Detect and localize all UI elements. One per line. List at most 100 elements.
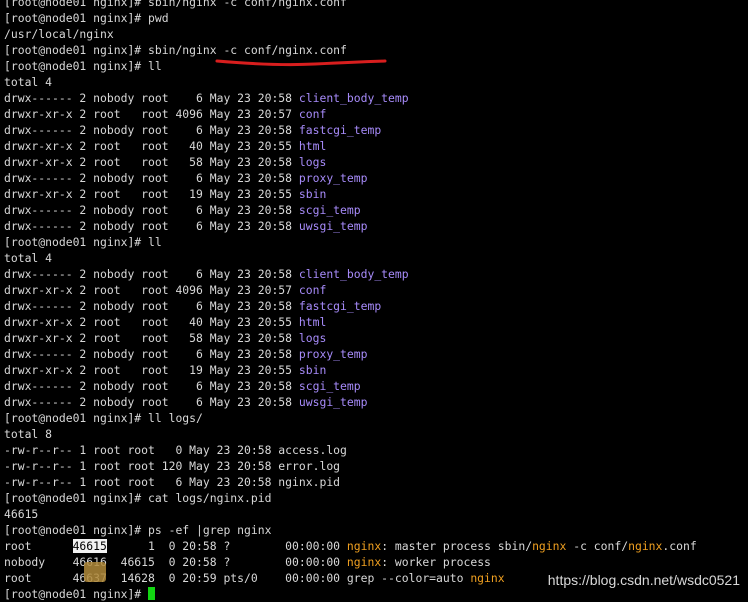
terminal-text: total 8 bbox=[4, 427, 53, 441]
terminal-line: root 46615 1 0 20:58 ? 00:00:00 nginx: m… bbox=[4, 538, 748, 554]
terminal-line: total 4 bbox=[4, 250, 748, 266]
directory-name: html bbox=[298, 139, 327, 153]
terminal-output[interactable]: [root@node01 nginx]# sbin/nginx -c conf/… bbox=[4, 0, 748, 602]
terminal-text: [root@node01 nginx]# ps -ef |grep nginx bbox=[4, 523, 272, 537]
terminal-line: [root@node01 nginx]# ps -ef |grep nginx bbox=[4, 522, 748, 538]
terminal-line: drwx------ 2 nobody root 6 May 23 20:58 … bbox=[4, 202, 748, 218]
directory-name: uwsgi_temp bbox=[298, 395, 368, 409]
terminal-line: drwxr-xr-x 2 root root 40 May 23 20:55 h… bbox=[4, 314, 748, 330]
directory-name: proxy_temp bbox=[298, 347, 368, 361]
terminal-text: drwx------ 2 nobody root 6 May 23 20:58 bbox=[4, 347, 299, 361]
terminal-text: drwx------ 2 nobody root 6 May 23 20:58 bbox=[4, 123, 299, 137]
terminal-text: drwxr-xr-x 2 root root 4096 May 23 20:57 bbox=[4, 107, 299, 121]
grep-match: nginx bbox=[532, 539, 567, 553]
terminal-text: drwxr-xr-x 2 root root 4096 May 23 20:57 bbox=[4, 283, 299, 297]
terminal-line: [root@node01 nginx]# sbin/nginx -c conf/… bbox=[4, 42, 748, 58]
terminal-text: drwxr-xr-x 2 root root 19 May 23 20:55 bbox=[4, 363, 299, 377]
terminal-cursor[interactable] bbox=[148, 587, 156, 600]
terminal-line: drwxr-xr-x 2 root root 58 May 23 20:58 l… bbox=[4, 330, 748, 346]
terminal-text: drwx------ 2 nobody root 6 May 23 20:58 bbox=[4, 299, 299, 313]
terminal-line: drwx------ 2 nobody root 6 May 23 20:58 … bbox=[4, 266, 748, 282]
terminal-text: drwxr-xr-x 2 root root 40 May 23 20:55 bbox=[4, 139, 299, 153]
csdn-watermark-icon bbox=[84, 562, 106, 582]
terminal-line: drwxr-xr-x 2 root root 4096 May 23 20:57… bbox=[4, 282, 748, 298]
directory-name: uwsgi_temp bbox=[298, 219, 368, 233]
directory-name: conf bbox=[298, 283, 327, 297]
directory-name: html bbox=[298, 315, 327, 329]
grep-match: nginx bbox=[470, 571, 505, 585]
terminal-text: drwxr-xr-x 2 root root 58 May 23 20:58 bbox=[4, 155, 299, 169]
terminal-text: [root@node01 nginx]# ll bbox=[4, 59, 162, 73]
terminal-text: [root@node01 nginx]# pwd bbox=[4, 11, 169, 25]
terminal-text: [root@node01 nginx]# bbox=[4, 587, 149, 601]
terminal-line: drwx------ 2 nobody root 6 May 23 20:58 … bbox=[4, 90, 748, 106]
terminal-text: total 4 bbox=[4, 251, 53, 265]
terminal-text: .conf bbox=[662, 539, 697, 553]
terminal-line: [root@node01 nginx]# bbox=[4, 586, 748, 602]
red-underline-annotation bbox=[215, 59, 387, 67]
terminal-text: drwx------ 2 nobody root 6 May 23 20:58 bbox=[4, 203, 299, 217]
directory-name: scgi_temp bbox=[298, 203, 361, 217]
directory-name: sbin bbox=[298, 187, 327, 201]
terminal-line: drwxr-xr-x 2 root root 19 May 23 20:55 s… bbox=[4, 362, 748, 378]
terminal-text: root 46637 14628 0 20:59 pts/0 00:00:00 … bbox=[4, 571, 471, 585]
terminal-line: [root@node01 nginx]# ll bbox=[4, 234, 748, 250]
watermark-text: https://blog.csdn.net/wsdc0521 bbox=[547, 572, 740, 588]
terminal-line: -rw-r--r-- 1 root root 0 May 23 20:58 ac… bbox=[4, 442, 748, 458]
terminal-text: root bbox=[4, 539, 73, 553]
directory-name: logs bbox=[298, 331, 327, 345]
directory-name: scgi_temp bbox=[298, 379, 361, 393]
terminal-text: drwxr-xr-x 2 root root 40 May 23 20:55 bbox=[4, 315, 299, 329]
terminal-line: nobody 46616 46615 0 20:58 ? 00:00:00 ng… bbox=[4, 554, 748, 570]
terminal-text: 1 0 20:58 ? 00:00:00 bbox=[106, 539, 347, 553]
terminal-text: drwx------ 2 nobody root 6 May 23 20:58 bbox=[4, 91, 299, 105]
terminal-text: drwxr-xr-x 2 root root 58 May 23 20:58 bbox=[4, 331, 299, 345]
terminal-line: total 8 bbox=[4, 426, 748, 442]
terminal-line: drwx------ 2 nobody root 6 May 23 20:58 … bbox=[4, 170, 748, 186]
directory-name: fastcgi_temp bbox=[298, 123, 382, 137]
terminal-line: 46615 bbox=[4, 506, 748, 522]
terminal-line: [root@node01 nginx]# sbin/nginx -c conf/… bbox=[4, 0, 748, 10]
terminal-line: drwx------ 2 nobody root 6 May 23 20:58 … bbox=[4, 218, 748, 234]
directory-name: proxy_temp bbox=[298, 171, 368, 185]
directory-name: client_body_temp bbox=[298, 91, 409, 105]
terminal-text: -rw-r--r-- 1 root root 120 May 23 20:58 … bbox=[4, 459, 341, 473]
terminal-line: [root@node01 nginx]# cat logs/nginx.pid bbox=[4, 490, 748, 506]
terminal-line: drwxr-xr-x 2 root root 40 May 23 20:55 h… bbox=[4, 138, 748, 154]
terminal-line: total 4 bbox=[4, 74, 748, 90]
terminal-line: drwx------ 2 nobody root 6 May 23 20:58 … bbox=[4, 298, 748, 314]
terminal-text: [root@node01 nginx]# sbin/nginx -c conf/… bbox=[4, 0, 347, 9]
terminal-line: drwx------ 2 nobody root 6 May 23 20:58 … bbox=[4, 394, 748, 410]
terminal-text: /usr/local/nginx bbox=[4, 27, 114, 41]
terminal-text: total 4 bbox=[4, 75, 53, 89]
terminal-text: drwxr-xr-x 2 root root 19 May 23 20:55 bbox=[4, 187, 299, 201]
terminal-text: -rw-r--r-- 1 root root 0 May 23 20:58 ac… bbox=[4, 443, 347, 457]
directory-name: fastcgi_temp bbox=[298, 299, 382, 313]
terminal-text: : master process sbin/ bbox=[381, 539, 533, 553]
terminal-text: drwx------ 2 nobody root 6 May 23 20:58 bbox=[4, 267, 299, 281]
terminal-line: drwxr-xr-x 2 root root 19 May 23 20:55 s… bbox=[4, 186, 748, 202]
terminal-text: -rw-r--r-- 1 root root 6 May 23 20:58 ng… bbox=[4, 475, 341, 489]
grep-match: nginx bbox=[346, 555, 382, 569]
terminal-text: drwx------ 2 nobody root 6 May 23 20:58 bbox=[4, 395, 299, 409]
terminal-line: [root@node01 nginx]# ll logs/ bbox=[4, 410, 748, 426]
directory-name: conf bbox=[298, 107, 327, 121]
terminal-line: [root@node01 nginx]# pwd bbox=[4, 10, 748, 26]
terminal-text: [root@node01 nginx]# ll logs/ bbox=[4, 411, 203, 425]
terminal-text: nobody 46616 46615 0 20:58 ? 00:00:00 bbox=[4, 555, 347, 569]
terminal-text: drwx------ 2 nobody root 6 May 23 20:58 bbox=[4, 171, 299, 185]
terminal-text: [root@node01 nginx]# sbin/nginx -c conf/… bbox=[4, 43, 347, 57]
terminal-line: /usr/local/nginx bbox=[4, 26, 748, 42]
grep-match: nginx bbox=[628, 539, 663, 553]
terminal-text: 46615 bbox=[4, 507, 39, 521]
terminal-text: drwx------ 2 nobody root 6 May 23 20:58 bbox=[4, 219, 299, 233]
terminal-text: [root@node01 nginx]# ll bbox=[4, 235, 162, 249]
terminal-line: drwx------ 2 nobody root 6 May 23 20:58 … bbox=[4, 122, 748, 138]
terminal-text: : worker process bbox=[381, 555, 491, 569]
terminal-line: -rw-r--r-- 1 root root 6 May 23 20:58 ng… bbox=[4, 474, 748, 490]
terminal-line: drwx------ 2 nobody root 6 May 23 20:58 … bbox=[4, 346, 748, 362]
terminal-line: -rw-r--r-- 1 root root 120 May 23 20:58 … bbox=[4, 458, 748, 474]
terminal-line: drwx------ 2 nobody root 6 May 23 20:58 … bbox=[4, 378, 748, 394]
directory-name: logs bbox=[298, 155, 327, 169]
terminal-line: drwxr-xr-x 2 root root 58 May 23 20:58 l… bbox=[4, 154, 748, 170]
